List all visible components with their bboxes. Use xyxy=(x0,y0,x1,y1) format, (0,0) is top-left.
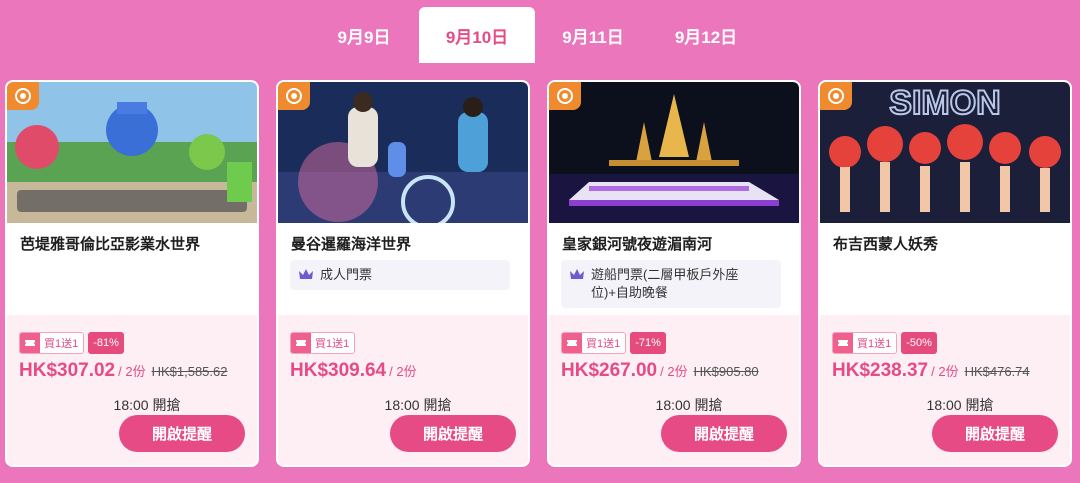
bogo-tag: 買1送1 xyxy=(290,332,356,354)
deal-card[interactable]: 芭堤雅哥倫比亞影業水世界 買1送1 -81% HK$307.02 / 2份 HK… xyxy=(5,80,259,467)
ticket-option-label: 成人門票 xyxy=(320,267,373,282)
river-cruise-photo xyxy=(549,82,799,223)
original-price: HK$905.80 xyxy=(693,364,759,379)
price-unit: / 2份 xyxy=(931,364,959,379)
bogo-tag: 買1送1 xyxy=(832,332,898,354)
waterpark-photo xyxy=(7,82,257,223)
set-reminder-button[interactable]: 開啟提醒 xyxy=(119,415,245,452)
deal-price: HK$238.37 xyxy=(832,360,929,381)
bogo-label: 買1送1 xyxy=(44,338,79,350)
ticket-option-label: 遊船門票(二層甲板戶外座位)+自助晚餐 xyxy=(591,267,739,300)
deal-price: HK$267.00 xyxy=(561,360,658,381)
bogo-tag: 買1送1 xyxy=(19,332,85,354)
discount-tag: -81% xyxy=(88,332,124,354)
ticket-option: 遊船門票(二層甲板戶外座位)+自助晚餐 xyxy=(561,260,781,308)
original-price: HK$1,585.62 xyxy=(151,364,228,379)
coupon-icon xyxy=(833,333,853,353)
card-title: 芭堤雅哥倫比亞影業水世界 xyxy=(20,236,201,253)
card-title: 布吉西蒙人妖秀 xyxy=(833,236,939,253)
tab-sep-9[interactable]: 9月9日 xyxy=(306,7,422,63)
bogo-label: 買1送1 xyxy=(586,338,621,350)
set-reminder-button[interactable]: 開啟提醒 xyxy=(390,415,516,452)
date-tabs: 9月9日 9月10日 9月11日 9月12日 xyxy=(0,7,1080,63)
promo-badge-icon xyxy=(549,82,581,110)
deal-card[interactable]: 皇家銀河號夜遊湄南河 遊船門票(二層甲板戶外座位)+自助晚餐 買1送1 -71%… xyxy=(547,80,801,467)
sale-start-time: 18:00 開搶 xyxy=(384,397,452,413)
promo-badge-icon xyxy=(278,82,310,110)
sale-start-time: 18:00 開搶 xyxy=(926,397,994,413)
cabaret-show-photo: SIMON xyxy=(820,82,1070,223)
deal-price: HK$307.02 xyxy=(19,360,116,381)
deal-price: HK$309.64 xyxy=(290,360,387,381)
set-reminder-button[interactable]: 開啟提醒 xyxy=(661,415,787,452)
tab-sep-10[interactable]: 9月10日 xyxy=(419,7,535,63)
discount-tag: -71% xyxy=(630,332,666,354)
sign-text: SIMON xyxy=(889,84,1000,122)
price-panel: 買1送1 -50% HK$238.37 / 2份 HK$476.74 18:00… xyxy=(820,315,1070,465)
price-unit: / 2份 xyxy=(118,364,146,379)
tab-sep-11[interactable]: 9月11日 xyxy=(535,7,651,63)
deal-card[interactable]: 曼谷暹羅海洋世界 成人門票 買1送1 HK$309.64 / 2份 18:00 … xyxy=(276,80,530,467)
price-unit: / 2份 xyxy=(389,364,417,379)
tab-sep-12[interactable]: 9月12日 xyxy=(648,7,764,63)
promo-badge-icon xyxy=(820,82,852,110)
coupon-icon xyxy=(291,333,311,353)
aquarium-photo xyxy=(278,82,528,223)
price-panel: 買1送1 HK$309.64 / 2份 18:00 開搶 開啟提醒 xyxy=(278,315,528,465)
card-title: 曼谷暹羅海洋世界 xyxy=(291,236,412,253)
bogo-label: 買1送1 xyxy=(857,338,892,350)
crown-icon xyxy=(570,269,584,279)
bogo-tag: 買1送1 xyxy=(561,332,627,354)
coupon-icon xyxy=(20,333,40,353)
price-panel: 買1送1 -81% HK$307.02 / 2份 HK$1,585.62 18:… xyxy=(7,315,257,465)
price-panel: 買1送1 -71% HK$267.00 / 2份 HK$905.80 18:00… xyxy=(549,315,799,465)
deal-card[interactable]: SIMON 布吉西蒙人妖秀 買1送1 -50% HK$238.37 / 2份 H… xyxy=(818,80,1072,467)
sale-start-time: 18:00 開搶 xyxy=(655,397,723,413)
set-reminder-button[interactable]: 開啟提醒 xyxy=(932,415,1058,452)
coupon-icon xyxy=(562,333,582,353)
sale-start-time: 18:00 開搶 xyxy=(113,397,181,413)
price-unit: / 2份 xyxy=(660,364,688,379)
original-price: HK$476.74 xyxy=(964,364,1030,379)
ticket-option: 成人門票 xyxy=(290,260,510,290)
promo-badge-icon xyxy=(7,82,39,110)
bogo-label: 買1送1 xyxy=(315,338,350,350)
crown-icon xyxy=(299,269,313,279)
discount-tag: -50% xyxy=(901,332,937,354)
card-title: 皇家銀河號夜遊湄南河 xyxy=(562,236,713,253)
